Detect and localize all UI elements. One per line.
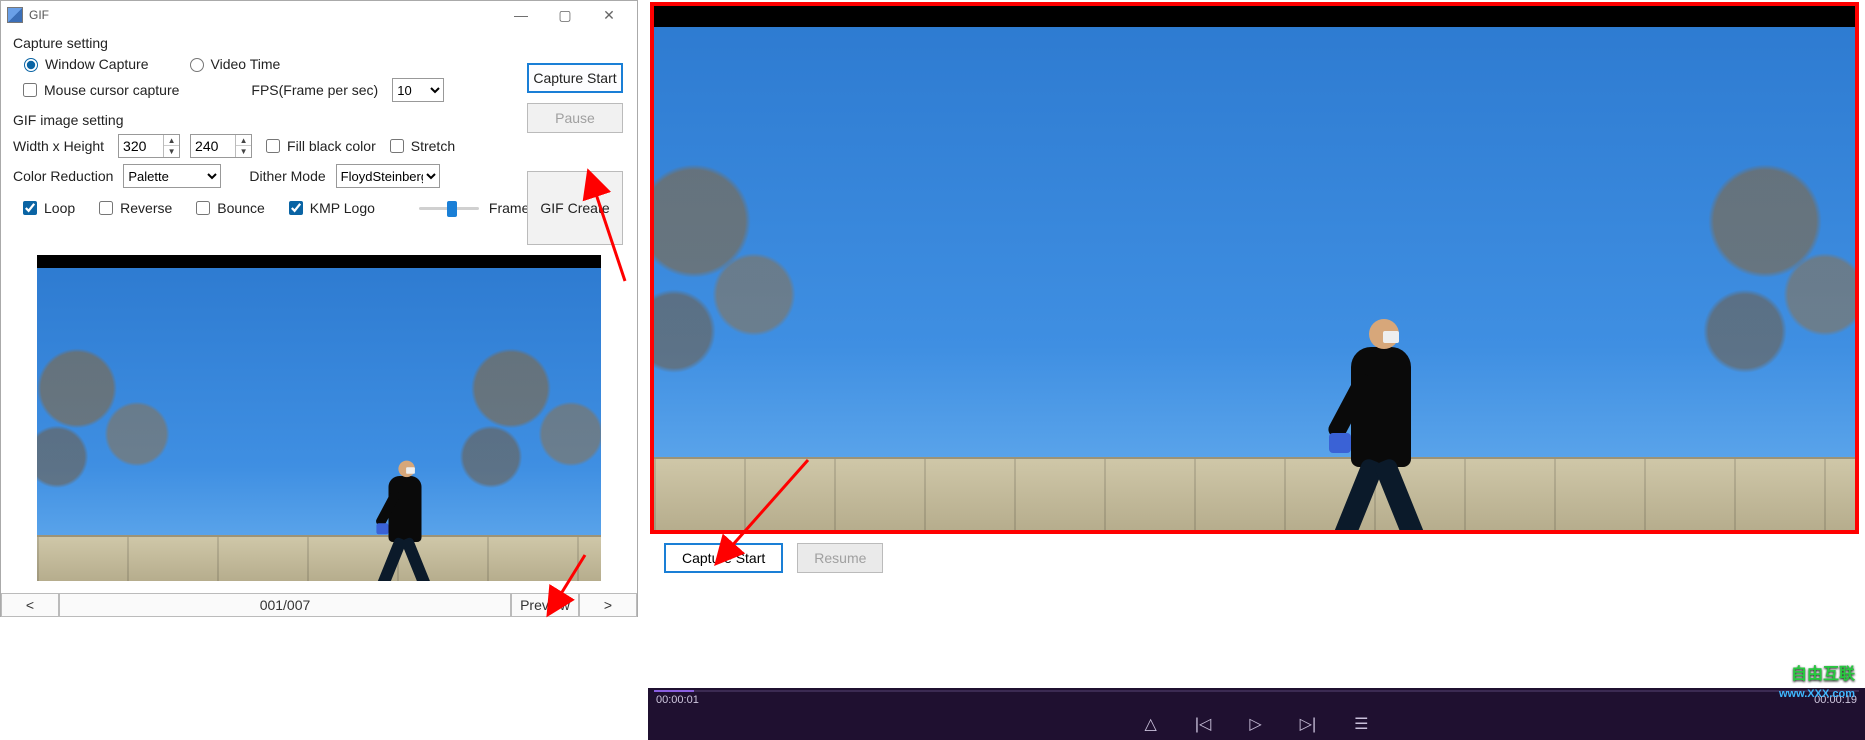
progress-played <box>654 690 694 692</box>
check-stretch[interactable]: Stretch <box>386 136 455 156</box>
app-icon <box>7 7 23 23</box>
next-button[interactable]: > <box>579 593 637 617</box>
player-bar: 00:00:01 00:00:19 △ |◁ ▷ ▷| ☰ <box>648 688 1865 740</box>
check-mouse-cursor-input[interactable] <box>23 83 37 97</box>
prev-button[interactable]: < <box>1 593 59 617</box>
slider-thumb-icon[interactable] <box>447 201 457 217</box>
width-spin[interactable]: ▲▼ <box>118 134 180 158</box>
width-height-label: Width x Height <box>13 138 104 154</box>
video-frame <box>650 2 1859 534</box>
capture-setting-label: Capture setting <box>13 35 627 51</box>
check-fill-black-input[interactable] <box>266 139 280 153</box>
check-kmp-logo-label: KMP Logo <box>310 200 375 216</box>
close-button[interactable]: ✕ <box>587 1 631 29</box>
stop-icon[interactable]: △ <box>1145 714 1157 734</box>
height-input[interactable] <box>191 135 235 157</box>
height-down-icon[interactable]: ▼ <box>236 146 251 157</box>
progress-track[interactable] <box>654 690 1859 692</box>
check-bounce[interactable]: Bounce <box>192 198 264 218</box>
preview-image <box>37 255 601 581</box>
width-down-icon[interactable]: ▼ <box>164 146 179 157</box>
video-toolbar: Capture Start Resume <box>656 538 1859 578</box>
minimize-button[interactable]: — <box>499 1 543 29</box>
check-reverse-input[interactable] <box>99 201 113 215</box>
check-mouse-cursor[interactable]: Mouse cursor capture <box>19 80 179 100</box>
dialog-body: Capture setting Window Capture Video Tim… <box>1 29 637 226</box>
watermark-url: www.XXX.com <box>1779 688 1855 700</box>
check-stretch-input[interactable] <box>390 139 404 153</box>
check-kmp-logo-input[interactable] <box>289 201 303 215</box>
radio-window-capture-label: Window Capture <box>45 56 149 72</box>
height-spin[interactable]: ▲▼ <box>190 134 252 158</box>
fps-label: FPS(Frame per sec) <box>251 82 378 98</box>
check-fill-black-label: Fill black color <box>287 138 376 154</box>
color-reduction-select[interactable]: Palette <box>123 164 221 188</box>
video-panel: Capture Start Resume 00:00:01 00:00:19 △… <box>648 0 1865 740</box>
radio-window-capture[interactable]: Window Capture <box>19 55 149 72</box>
time-current: 00:00:01 <box>656 694 699 706</box>
radio-window-capture-input[interactable] <box>24 58 38 72</box>
width-input[interactable] <box>119 135 163 157</box>
page-counter: 001/007 <box>59 593 511 617</box>
fps-select[interactable]: 10 <box>392 78 444 102</box>
radio-video-time-label: Video Time <box>211 56 281 72</box>
color-reduction-label: Color Reduction <box>13 168 113 184</box>
capture-start-button[interactable]: Capture Start <box>527 63 623 93</box>
radio-video-time-input[interactable] <box>190 58 204 72</box>
check-loop-label: Loop <box>44 200 75 216</box>
gif-create-button[interactable]: GIF Create <box>527 171 623 245</box>
check-loop[interactable]: Loop <box>19 198 75 218</box>
height-up-icon[interactable]: ▲ <box>236 135 251 146</box>
check-loop-input[interactable] <box>23 201 37 215</box>
video-resume-button[interactable]: Resume <box>797 543 883 573</box>
titlebar: GIF — ▢ ✕ <box>1 1 637 29</box>
play-icon[interactable]: ▷ <box>1249 714 1261 734</box>
check-stretch-label: Stretch <box>411 138 455 154</box>
preview-button[interactable]: Preview <box>511 593 579 617</box>
check-bounce-input[interactable] <box>196 201 210 215</box>
dither-mode-label: Dither Mode <box>249 168 325 184</box>
width-up-icon[interactable]: ▲ <box>164 135 179 146</box>
preview-nav-bar: < 001/007 Preview > <box>1 593 637 617</box>
frame-speed-slider[interactable] <box>419 199 479 217</box>
pause-button[interactable]: Pause <box>527 103 623 133</box>
radio-video-time[interactable]: Video Time <box>185 55 281 72</box>
check-fill-black[interactable]: Fill black color <box>262 136 376 156</box>
window-title: GIF <box>29 8 499 22</box>
watermark-text: 自由互联 <box>1791 660 1855 684</box>
check-reverse[interactable]: Reverse <box>95 198 172 218</box>
maximize-button[interactable]: ▢ <box>543 1 587 29</box>
dither-mode-select[interactable]: FloydSteinberg <box>336 164 440 188</box>
check-mouse-cursor-label: Mouse cursor capture <box>44 82 179 98</box>
playlist-icon[interactable]: ☰ <box>1354 714 1368 734</box>
check-kmp-logo[interactable]: KMP Logo <box>285 198 375 218</box>
gif-dialog: GIF — ▢ ✕ Capture setting Window Capture… <box>0 0 638 617</box>
check-reverse-label: Reverse <box>120 200 172 216</box>
video-capture-start-button[interactable]: Capture Start <box>664 543 783 573</box>
next-track-icon[interactable]: ▷| <box>1300 714 1316 734</box>
check-bounce-label: Bounce <box>217 200 264 216</box>
prev-track-icon[interactable]: |◁ <box>1195 714 1211 734</box>
